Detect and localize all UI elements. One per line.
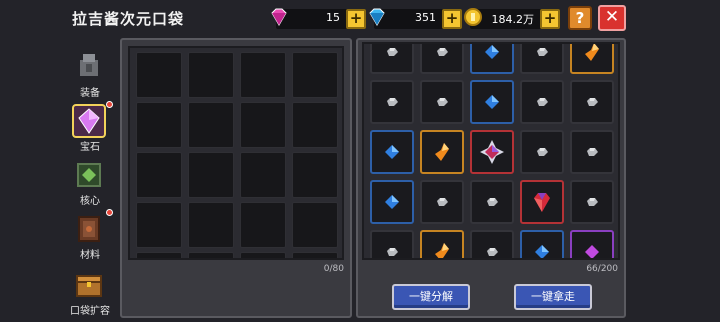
red-gem-slot[interactable]	[520, 180, 564, 224]
nav-item-materials[interactable]: 材料	[62, 209, 118, 262]
empty-slot[interactable]	[292, 202, 338, 248]
stone-slot[interactable]	[470, 230, 514, 258]
orange-gem-slot[interactable]	[420, 130, 464, 174]
empty-slot[interactable]	[136, 102, 182, 148]
gold-coin-value: 184.2万	[491, 13, 535, 26]
take-all-button[interactable]: 一键拿走	[514, 284, 592, 310]
materials-badge	[106, 209, 113, 216]
stone-slot[interactable]	[370, 80, 414, 124]
empty-slot[interactable]	[240, 202, 286, 248]
blue-gem-slot[interactable]	[470, 44, 514, 74]
gems-badge	[106, 101, 113, 108]
stone-slot[interactable]	[370, 44, 414, 74]
close-button[interactable]: ✕	[598, 5, 626, 31]
stone-slot[interactable]	[570, 80, 614, 124]
empty-slot[interactable]	[240, 52, 286, 98]
nav-item-gems[interactable]: 宝石	[62, 101, 118, 154]
empty-slot[interactable]	[188, 102, 234, 148]
empty-slot[interactable]	[240, 252, 286, 258]
empty-slot[interactable]	[188, 152, 234, 198]
empty-slot[interactable]	[188, 252, 234, 258]
add-blue-gem-button[interactable]: +	[442, 9, 462, 29]
empty-slot[interactable]	[136, 52, 182, 98]
stone-slot[interactable]	[570, 180, 614, 224]
orange-gem-slot[interactable]	[570, 44, 614, 74]
gem-inventory-panel: 66/200 一键分解 一键拿走	[356, 38, 626, 318]
blue-gem-counter: 351 +	[369, 8, 462, 29]
add-gold-coin-button[interactable]: +	[540, 9, 560, 29]
blue-gem-slot[interactable]	[520, 230, 564, 258]
stone-slot[interactable]	[370, 230, 414, 258]
decompose-all-button[interactable]: 一键分解	[392, 284, 470, 310]
stone-slot[interactable]	[570, 130, 614, 174]
pocket-count: 0/80	[323, 264, 344, 274]
stone-slot[interactable]	[420, 44, 464, 74]
nav-label-materials: 材料	[80, 250, 100, 261]
pocket-expand-icon	[72, 268, 106, 302]
pocket-grid[interactable]	[128, 46, 344, 260]
nav-item-core[interactable]: 核心	[62, 156, 118, 208]
empty-slot[interactable]	[136, 202, 182, 248]
gold-coin-icon	[462, 6, 484, 28]
pink-gem-icon	[268, 6, 290, 28]
core-icon	[72, 158, 106, 192]
stone-slot[interactable]	[420, 180, 464, 224]
blue-gem-slot[interactable]	[370, 130, 414, 174]
equipment-icon	[72, 50, 106, 84]
red-purple-gem-slot[interactable]	[470, 130, 514, 174]
empty-slot[interactable]	[292, 52, 338, 98]
stone-slot[interactable]	[520, 80, 564, 124]
stone-slot[interactable]	[470, 180, 514, 224]
blue-gem-value: 351	[415, 11, 436, 24]
pink-gem-value: 15	[326, 11, 340, 24]
empty-slot[interactable]	[240, 102, 286, 148]
empty-slot[interactable]	[292, 252, 338, 258]
stone-slot[interactable]	[520, 130, 564, 174]
stone-slot[interactable]	[420, 80, 464, 124]
pocket-panel: 0/80	[120, 38, 352, 318]
nav-label-equipment: 装备	[80, 88, 100, 99]
nav-label-pocket-expand: 口袋扩容	[70, 306, 110, 317]
orange-gem-slot[interactable]	[420, 230, 464, 258]
material-icon	[72, 212, 106, 246]
nav-label-gems: 宝石	[80, 142, 100, 153]
gold-coin-counter: 184.2万 +	[464, 8, 560, 29]
empty-slot[interactable]	[292, 102, 338, 148]
inventory-count: 66/200	[586, 264, 618, 274]
gem-icon	[72, 104, 106, 138]
empty-slot[interactable]	[292, 152, 338, 198]
stone-slot[interactable]	[520, 44, 564, 74]
nav-item-pocket-expand[interactable]: 口袋扩容	[62, 266, 118, 318]
empty-slot[interactable]	[188, 52, 234, 98]
purple-gem-slot[interactable]	[570, 230, 614, 258]
blue-gem-icon	[366, 6, 388, 28]
add-pink-gem-button[interactable]: +	[346, 9, 366, 29]
empty-slot[interactable]	[136, 152, 182, 198]
nav-item-equipment[interactable]: 装备	[62, 48, 118, 100]
empty-slot[interactable]	[136, 252, 182, 258]
nav-label-core: 核心	[80, 196, 100, 207]
gem-grid[interactable]	[362, 42, 620, 260]
blue-gem-slot[interactable]	[470, 80, 514, 124]
empty-slot[interactable]	[240, 152, 286, 198]
help-button[interactable]: ?	[568, 6, 592, 30]
pink-gem-counter: 15 +	[271, 8, 366, 29]
empty-slot[interactable]	[188, 202, 234, 248]
page-title: 拉吉酱次元口袋	[72, 10, 185, 28]
blue-gem-slot[interactable]	[370, 180, 414, 224]
